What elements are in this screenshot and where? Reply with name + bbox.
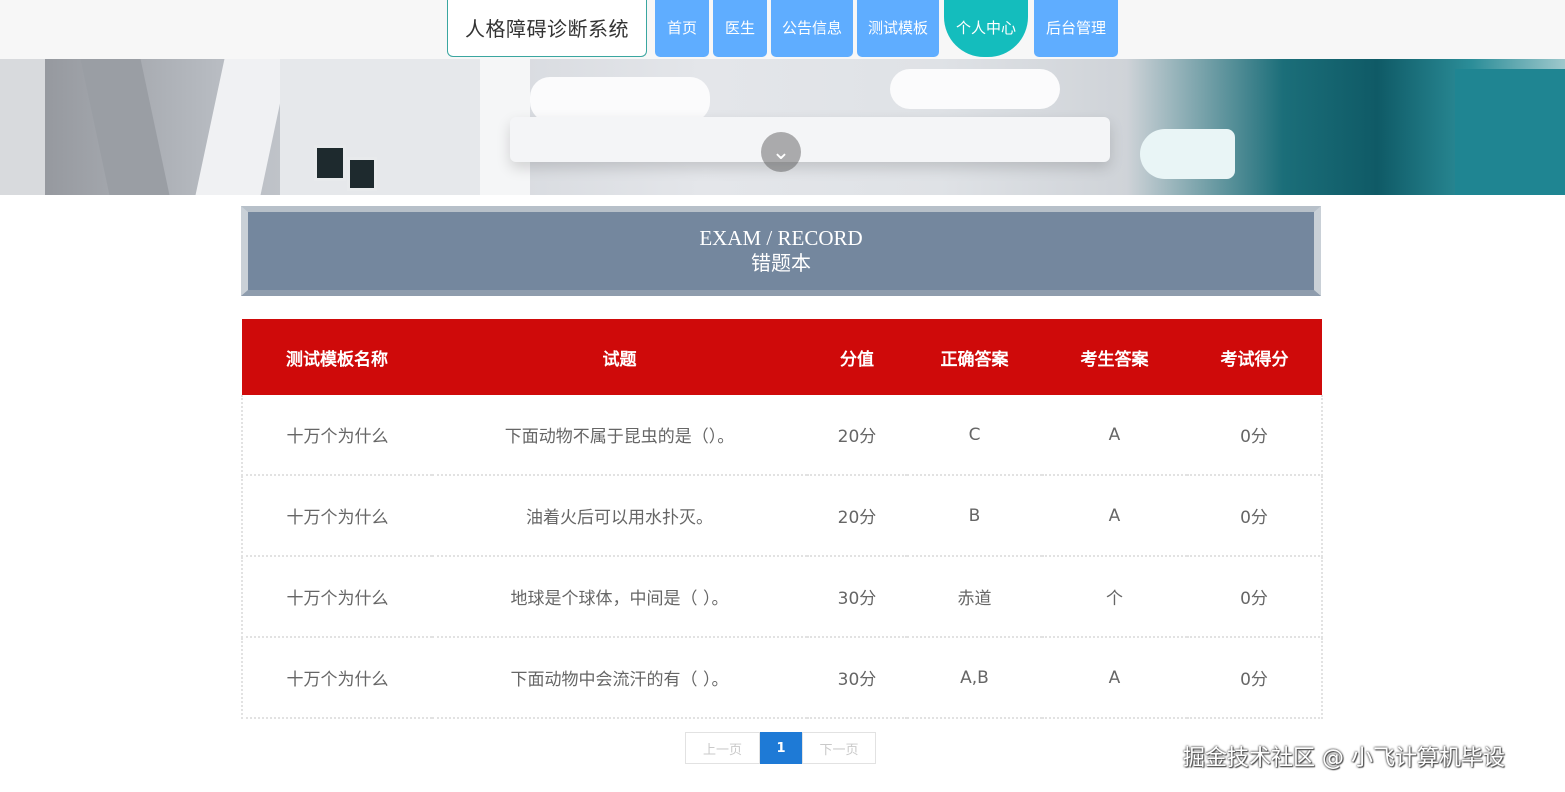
nav-personal-center[interactable]: 个人中心 bbox=[944, 0, 1028, 57]
banner-device bbox=[1140, 129, 1235, 179]
cell-template-name: 十万个为什么 bbox=[241, 475, 432, 557]
cell-template-name: 十万个为什么 bbox=[241, 395, 432, 476]
cell-template-name: 十万个为什么 bbox=[241, 556, 432, 638]
col-header-correct-answer: 正确答案 bbox=[907, 319, 1042, 395]
chevron-down-icon[interactable]: ⌄ bbox=[761, 132, 801, 172]
page-title-en: EXAM / RECORD bbox=[699, 226, 863, 250]
banner-decor bbox=[1455, 69, 1565, 195]
cell-correct-answer: 赤道 bbox=[907, 556, 1042, 638]
nav-doctor[interactable]: 医生 bbox=[713, 0, 767, 57]
col-header-template-name: 测试模板名称 bbox=[242, 319, 432, 395]
cell-student-answer: A bbox=[1042, 637, 1187, 719]
cell-correct-answer: C bbox=[907, 395, 1042, 476]
banner-wall bbox=[280, 59, 490, 195]
banner-bed bbox=[510, 117, 1110, 162]
nav-announcements[interactable]: 公告信息 bbox=[771, 0, 853, 57]
banner-decor bbox=[80, 59, 170, 195]
cell-score-value: 20分 bbox=[807, 475, 907, 557]
col-header-question: 试题 bbox=[432, 319, 807, 395]
table-row[interactable]: 十万个为什么 下面动物中会流汗的有（ ）。 30分 A,B A 0分 bbox=[241, 637, 1323, 719]
cell-score-value: 30分 bbox=[807, 637, 907, 719]
col-header-score-value: 分值 bbox=[807, 319, 907, 395]
table-header-row: 测试模板名称 试题 分值 正确答案 考生答案 考试得分 bbox=[242, 319, 1322, 395]
cell-exam-score: 0分 bbox=[1187, 475, 1323, 557]
pagination: 上一页 1 下一页 bbox=[685, 732, 876, 764]
cell-student-answer: A bbox=[1042, 475, 1187, 557]
table-row[interactable]: 十万个为什么 下面动物不属于昆虫的是（）。 20分 C A 0分 bbox=[241, 395, 1323, 476]
cell-correct-answer: B bbox=[907, 475, 1042, 557]
site-title[interactable]: 人格障碍诊断系统 bbox=[447, 0, 647, 57]
nav-home[interactable]: 首页 bbox=[655, 0, 709, 57]
banner-decor bbox=[195, 59, 290, 195]
watermark: 掘金技术社区 @ 小飞计算机毕设 bbox=[1183, 746, 1505, 771]
nav-admin[interactable]: 后台管理 bbox=[1034, 0, 1118, 57]
cell-exam-score: 0分 bbox=[1187, 556, 1323, 638]
banner-pillow bbox=[890, 69, 1060, 109]
prev-page-button[interactable]: 上一页 bbox=[685, 732, 760, 764]
nav-test-templates[interactable]: 测试模板 bbox=[857, 0, 939, 57]
col-header-exam-score: 考试得分 bbox=[1187, 319, 1322, 395]
table-row[interactable]: 十万个为什么 地球是个球体，中间是（ ）。 30分 赤道 个 0分 bbox=[241, 556, 1323, 638]
hero-banner bbox=[0, 59, 1565, 195]
page-title: 错题本 bbox=[751, 251, 811, 275]
cell-question: 油着火后可以用水扑灭。 bbox=[432, 475, 807, 557]
page-title-card: EXAM / RECORD 错题本 bbox=[241, 206, 1321, 296]
cell-score-value: 30分 bbox=[807, 556, 907, 638]
cell-exam-score: 0分 bbox=[1187, 637, 1323, 719]
cell-question: 下面动物不属于昆虫的是（）。 bbox=[432, 395, 807, 476]
cell-exam-score: 0分 bbox=[1187, 395, 1323, 476]
top-nav: 人格障碍诊断系统 首页 医生 公告信息 测试模板 个人中心 后台管理 bbox=[0, 0, 1565, 59]
page-1-button[interactable]: 1 bbox=[760, 732, 802, 764]
cell-student-answer: A bbox=[1042, 395, 1187, 476]
cell-student-answer: 个 bbox=[1042, 556, 1187, 638]
banner-pillow bbox=[530, 77, 710, 122]
cell-correct-answer: A,B bbox=[907, 637, 1042, 719]
cell-score-value: 20分 bbox=[807, 395, 907, 476]
cell-template-name: 十万个为什么 bbox=[241, 637, 432, 719]
banner-monitor bbox=[314, 145, 346, 181]
cell-question: 下面动物中会流汗的有（ ）。 bbox=[432, 637, 807, 719]
cell-question: 地球是个球体，中间是（ ）。 bbox=[432, 556, 807, 638]
wrong-answers-table: 测试模板名称 试题 分值 正确答案 考生答案 考试得分 十万个为什么 下面动物不… bbox=[241, 319, 1323, 719]
table-row[interactable]: 十万个为什么 油着火后可以用水扑灭。 20分 B A 0分 bbox=[241, 475, 1323, 557]
banner-decor bbox=[0, 59, 45, 195]
col-header-student-answer: 考生答案 bbox=[1042, 319, 1187, 395]
banner-monitor bbox=[347, 157, 377, 191]
next-page-button[interactable]: 下一页 bbox=[802, 732, 876, 764]
